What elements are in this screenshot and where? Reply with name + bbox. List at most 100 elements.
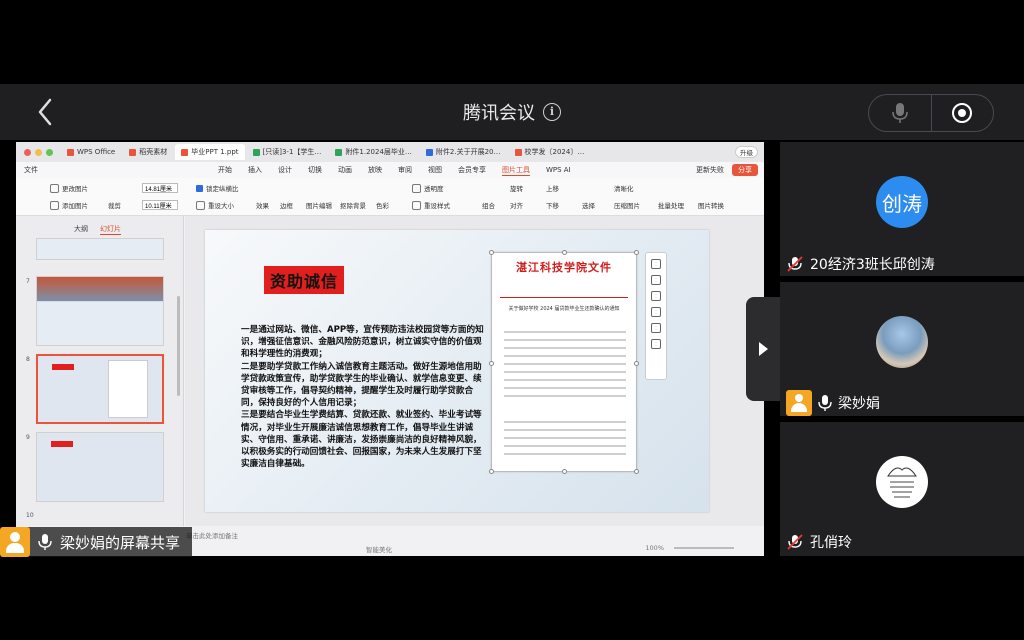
close-dot-icon[interactable] [24,148,31,156]
width-field[interactable] [142,183,178,193]
slide-thumbnail-selected[interactable] [36,354,164,424]
participant-tile[interactable]: 孔俏玲 [780,422,1024,556]
reset-style-button[interactable]: 重设样式 [412,200,450,210]
slide-thumbnail[interactable] [36,276,164,346]
participant-tile[interactable]: 梁妙娟 [780,282,1024,416]
info-icon[interactable]: i [543,103,561,121]
minimize-dot-icon[interactable] [35,148,42,156]
resize-handle[interactable] [489,469,494,474]
menu-slideshow[interactable]: 放映 [368,165,382,175]
crop-icon[interactable] [651,291,661,301]
edit-icon[interactable] [651,307,661,317]
send-down-button[interactable]: 下移 [546,200,559,210]
participant-name-row: 20经济3班长邱创涛 [786,254,935,274]
color-button[interactable]: 色彩 [376,200,389,210]
meeting-header: 腾讯会议 i [0,84,1024,140]
opacity-button[interactable]: 透明度 [412,183,444,193]
menu-view[interactable]: 视图 [428,165,442,175]
doc-icon [425,148,433,156]
zoom-slider[interactable] [674,547,734,549]
docer-icon [129,148,137,156]
reset-size-button[interactable]: 重设大小 [196,200,234,210]
slide-thumbnail[interactable] [36,432,164,502]
record-button[interactable] [930,95,994,131]
batch-button[interactable]: 批量处理 [658,200,684,210]
doc-text-line [504,395,626,397]
ribbon-label: 锁定纵横比 [206,185,239,193]
width-input[interactable] [142,183,178,193]
rotate-button[interactable]: 旋转 [510,183,523,193]
compress-button[interactable]: 压缩图片 [614,200,640,210]
menu-review[interactable]: 审阅 [398,165,412,175]
participant-name-row: 梁妙娟 [786,390,880,416]
group-button[interactable]: 组合 [482,200,495,210]
effects-button[interactable]: 效果 [256,200,269,210]
border-button[interactable]: 边框 [280,200,293,210]
menu-transition[interactable]: 切换 [308,165,322,175]
share-label-text: 梁妙娟的屏幕共享 [60,533,181,552]
microphone-button[interactable] [869,95,931,131]
tab-slides[interactable]: 幻灯片 [100,224,121,235]
menu-animation[interactable]: 动画 [338,165,352,175]
align-button[interactable]: 对齐 [510,200,523,210]
select-button[interactable]: 选择 [582,200,595,210]
tab-4[interactable]: 附件1.2024届毕业… [329,144,418,160]
more-icon[interactable] [651,339,661,349]
lock-ratio-checkbox[interactable]: 锁定纵横比 [196,183,239,193]
tab-2[interactable]: 毕业PPT 1.ppt [175,144,245,160]
mic-muted-icon [787,256,803,272]
resize-handle[interactable] [489,250,494,255]
add-pic-button[interactable]: 添加图片 [50,200,88,210]
file-menu[interactable]: 文件 [24,165,38,175]
tab-3[interactable]: [只读]3-1【学生… [247,144,328,160]
slide-thumbnail[interactable] [36,238,164,260]
height-input[interactable] [142,200,178,210]
participant-name: 梁妙娟 [838,396,880,412]
expand-participants-button[interactable] [746,297,780,401]
back-button[interactable] [34,96,58,128]
tab-1[interactable]: 稻壳素材 [123,144,173,160]
resize-handle[interactable] [562,250,567,255]
smart-beautify-button[interactable]: 智能美化 [366,544,392,554]
current-slide[interactable]: 资助诚信 一是通过网站、微信、APP等，宣传预防违法校园贷等方面的知识，增强征信… [205,230,709,512]
zoom-dot-icon[interactable] [46,148,53,156]
thumb-title-mark [51,441,73,447]
menu-picture-tools[interactable]: 图片工具 [502,165,530,176]
notes-placeholder[interactable]: 单击此处添加备注 [186,530,238,540]
layout-icon[interactable] [651,259,661,269]
sidebar-scrollbar[interactable] [177,296,180,396]
menu-start[interactable]: 开始 [218,165,232,175]
tab-6[interactable]: 校学发〔2024〕… [509,144,591,160]
pic-edit-button[interactable]: 图片编辑 [306,200,332,210]
height-field[interactable] [142,200,178,210]
upgrade-button[interactable]: 升级 [735,146,758,158]
zoom-level[interactable]: 100% [645,544,664,552]
doc-header: 湛江科技学院文件 [516,261,612,274]
sharpen-button[interactable]: 清晰化 [614,183,634,193]
menu-insert[interactable]: 插入 [248,165,262,175]
resize-handle[interactable] [562,469,567,474]
tab-5[interactable]: 附件2.关于开展20… [420,144,507,160]
resize-handle[interactable] [634,250,639,255]
participant-tile[interactable]: 创涛 20经济3班长邱创涛 [780,142,1024,276]
change-pic-button[interactable]: 更改图片 [50,183,88,193]
wps-tabbar: WPS Office 稻壳素材 毕业PPT 1.ppt [只读]3-1【学生… … [16,142,764,162]
zoom-in-icon[interactable] [651,275,661,285]
convert-button[interactable]: 图片转换 [698,200,724,210]
crop-bg-button[interactable]: 抠除背景 [340,200,366,210]
crop-button[interactable]: 裁剪 [108,200,121,210]
resize-handle[interactable] [634,361,639,366]
menu-design[interactable]: 设计 [278,165,292,175]
bring-up-button[interactable]: 上移 [546,183,559,193]
resize-handle[interactable] [634,469,639,474]
tab-label: 毕业PPT 1.ppt [191,148,239,156]
menu-wps-ai[interactable]: WPS AI [546,166,571,174]
sync-status[interactable]: 更新失败 [696,165,724,175]
tab-0[interactable]: WPS Office [61,144,121,160]
resize-handle[interactable] [489,361,494,366]
menu-member[interactable]: 会员专享 [458,165,486,175]
document-image[interactable]: 湛江科技学院文件 关于做好学校 2024 届贷款毕业生还款确认的通知 [489,250,639,474]
effects-icon[interactable] [651,323,661,333]
share-button[interactable]: 分享 [732,164,758,176]
tab-outline[interactable]: 大纲 [74,224,88,235]
